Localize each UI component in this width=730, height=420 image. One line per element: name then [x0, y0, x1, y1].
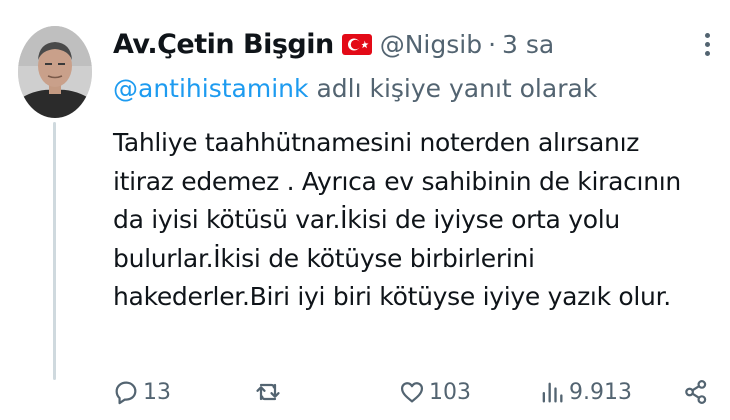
tweet-header: Av.Çetin Bişgin @Nigsib · 3 sa — [113, 24, 554, 64]
like-count: 103 — [429, 379, 471, 405]
reply-icon — [115, 381, 137, 405]
tweet-text-line: Tahliye taahhütnamesini noterden alırsan… — [113, 128, 640, 157]
heart-icon — [400, 382, 424, 403]
tweet-text-line: da iyisi kötüsü var.İkisi de iyiyse orta… — [113, 205, 620, 234]
tweet-text-line: hakederler.Biri iyi biri kötüyse iyiye y… — [113, 282, 671, 311]
retweet-icon — [256, 383, 280, 401]
reply-context: @antihistamink adlı kişiye yanıt olarak — [113, 74, 597, 103]
reply-button[interactable]: 13 — [112, 370, 171, 414]
tweet[interactable]: Av.Çetin Bişgin @Nigsib · 3 sa @antihist… — [0, 0, 730, 420]
reply-suffix: adlı kişiye yanıt olarak — [316, 74, 598, 103]
thread-line — [53, 122, 56, 380]
action-bar: 13 103 9.913 — [0, 370, 730, 414]
share-icon — [685, 380, 707, 404]
timestamp[interactable]: 3 sa — [502, 30, 554, 59]
reply-mention-link[interactable]: @antihistamink — [113, 74, 308, 103]
author-handle[interactable]: @Nigsib — [380, 30, 482, 59]
tweet-text-line: itiraz edemez . Ayrıca ev sahibinin de k… — [113, 166, 681, 196]
share-button[interactable] — [682, 370, 710, 414]
tweet-text-line: bulurlar.İkisi de kötüyse birbirlerini — [113, 243, 535, 273]
like-button[interactable]: 103 — [398, 370, 471, 414]
views-count: 9.913 — [569, 379, 632, 405]
profile-photo — [18, 26, 92, 118]
avatar[interactable] — [18, 26, 92, 118]
tweet-text: Tahliye taahhütnamesini noterden alırsan… — [113, 124, 713, 317]
retweet-button[interactable] — [254, 370, 285, 414]
turkey-flag-icon — [341, 33, 372, 55]
separator-dot: · — [488, 29, 497, 59]
views-icon — [542, 382, 563, 403]
author-name[interactable]: Av.Çetin Bişgin — [113, 29, 334, 60]
views-button[interactable]: 9.913 — [538, 370, 632, 414]
reply-count: 13 — [143, 379, 171, 405]
more-options-icon[interactable] — [700, 30, 714, 60]
